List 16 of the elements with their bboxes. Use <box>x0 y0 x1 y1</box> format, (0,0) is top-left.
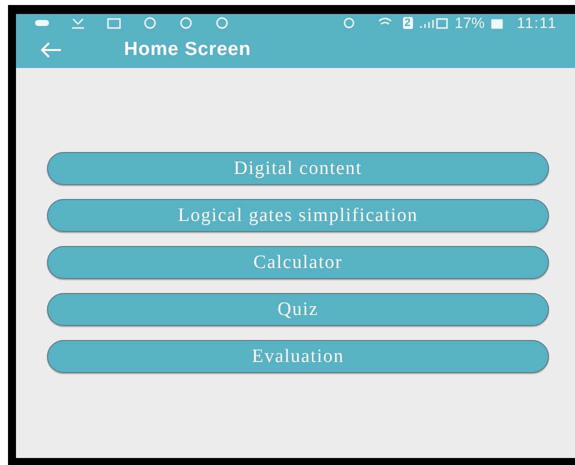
image-icon <box>106 17 122 29</box>
battery-percent: 17% <box>454 16 485 30</box>
menu-button[interactable]: Calculator <box>47 246 549 279</box>
download-icon <box>70 17 86 29</box>
message-icon <box>34 17 50 29</box>
clock-time: 11:11 <box>516 16 557 30</box>
sim-badge: 2 <box>402 17 413 29</box>
menu-button[interactable]: Logical gates simplification <box>47 199 549 232</box>
battery-icon <box>490 17 503 29</box>
menu-button[interactable]: Digital content <box>47 152 549 185</box>
signal-icon <box>418 17 449 29</box>
back-button[interactable] <box>38 40 64 60</box>
menu-button[interactable]: Quiz <box>47 293 549 326</box>
back-arrow-icon <box>40 42 62 58</box>
screen-title: Home Screen <box>124 38 251 62</box>
menu-button[interactable]: Evaluation <box>47 340 549 373</box>
